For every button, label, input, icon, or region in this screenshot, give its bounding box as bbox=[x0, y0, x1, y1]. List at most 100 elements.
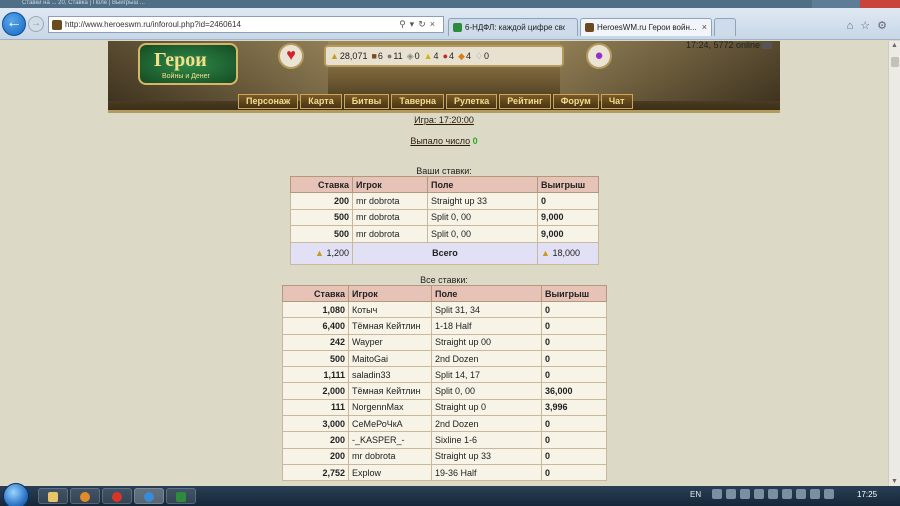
forward-button[interactable]: → bbox=[28, 16, 44, 32]
win-cell: 0 bbox=[541, 415, 607, 433]
home-icon[interactable]: ⌂ bbox=[847, 20, 861, 32]
result-link[interactable]: Выпало число bbox=[410, 136, 470, 146]
win-cell: 36,000 bbox=[541, 382, 607, 400]
col-field: Поле bbox=[427, 176, 538, 193]
col-field: Поле bbox=[431, 285, 542, 302]
col-win: Выигрыш bbox=[537, 176, 599, 193]
field-cell: 2nd Dozen bbox=[431, 415, 542, 433]
game-logo[interactable]: Герои Войны и Денег bbox=[138, 43, 238, 85]
language-indicator[interactable]: EN bbox=[690, 490, 701, 499]
dropdown-icon[interactable]: ▾ bbox=[410, 19, 419, 29]
page-scrollbar[interactable]: ▲ ▼ bbox=[888, 41, 900, 486]
bet-cell: 1,111 bbox=[282, 366, 349, 384]
resource-gold: ▲ 28,071 bbox=[330, 51, 368, 61]
menu-rating[interactable]: Рейтинг bbox=[499, 94, 551, 109]
menu-roulette[interactable]: Рулетка bbox=[445, 94, 498, 109]
tray-app-icon[interactable] bbox=[782, 489, 792, 499]
field-cell: Split 31, 34 bbox=[431, 300, 542, 319]
menu-battles[interactable]: Битвы bbox=[343, 94, 390, 109]
all-bets-title: Все ставки: bbox=[420, 275, 468, 285]
bet-cell: 500 bbox=[290, 225, 353, 243]
tray-app-icon[interactable] bbox=[712, 489, 722, 499]
win-cell: 0 bbox=[541, 463, 607, 482]
table-row: 1,080 Котыч Split 31, 34 0 bbox=[282, 300, 607, 319]
table-row: 2,000 Тёмная Кейтлин Split 0, 00 36,000 bbox=[282, 382, 607, 400]
tray-app-icon[interactable] bbox=[754, 489, 764, 499]
window-titlebar: Ставки на ... 20, Ставка | Поле | Выигры… bbox=[0, 0, 900, 8]
start-button[interactable] bbox=[3, 483, 29, 506]
resource-wood: ■ 6 bbox=[371, 51, 383, 61]
system-clock[interactable]: 17:25 bbox=[857, 490, 877, 499]
game-time-link[interactable]: Игра: 17:20:00 bbox=[414, 115, 474, 125]
tray-app-icon[interactable] bbox=[726, 489, 736, 499]
col-player: Игрок bbox=[352, 176, 428, 193]
table-row: 200 mr dobrota Straight up 33 0 bbox=[290, 192, 599, 210]
media-icon bbox=[80, 492, 90, 502]
menu-chat[interactable]: Чат bbox=[600, 94, 633, 109]
health-heart-icon[interactable]: ♥ bbox=[278, 43, 304, 69]
settings-gear-icon[interactable]: ⚙ bbox=[877, 20, 894, 32]
network-icon[interactable] bbox=[810, 489, 820, 499]
bet-cell: 500 bbox=[290, 208, 353, 226]
field-cell: 1-18 Half bbox=[431, 317, 542, 335]
taskbar-ie[interactable] bbox=[134, 488, 164, 504]
tray-app-icon[interactable] bbox=[768, 489, 778, 499]
field-cell: Straight up 00 bbox=[431, 333, 542, 351]
volume-icon[interactable] bbox=[824, 489, 834, 499]
window-controls bbox=[812, 0, 900, 8]
field-cell: Straight up 33 bbox=[431, 447, 542, 465]
total-row: ▲ 1,200 Всего ▲ 18,000 bbox=[290, 241, 599, 265]
table-header: Ставка Игрок Поле Выигрыш bbox=[282, 285, 607, 302]
mail-icon[interactable] bbox=[762, 42, 773, 50]
tab-close-icon[interactable]: × bbox=[702, 22, 707, 32]
taskbar-excel[interactable] bbox=[166, 488, 196, 504]
taskbar-media[interactable] bbox=[70, 488, 100, 504]
browser-tools: ⌂☆⚙ bbox=[847, 19, 894, 32]
field-cell: Sixline 1-6 bbox=[431, 431, 542, 449]
tab-favicon-icon bbox=[453, 23, 462, 32]
browser-tab-heroeswm[interactable]: HeroesWM.ru Герои войн... × bbox=[580, 18, 712, 36]
logo-subtitle: Войны и Денег bbox=[162, 73, 211, 80]
stop-icon[interactable]: × bbox=[430, 19, 439, 29]
new-tab-button[interactable] bbox=[714, 18, 736, 36]
col-bet: Ставка bbox=[290, 176, 353, 193]
win-cell: 0 bbox=[541, 366, 607, 384]
refresh-icon[interactable]: ↻ bbox=[418, 19, 430, 29]
menu-forum[interactable]: Форум bbox=[552, 94, 599, 109]
player-cell: Котыч bbox=[348, 300, 432, 319]
scroll-up-icon[interactable]: ▲ bbox=[891, 42, 898, 49]
taskbar-explorer[interactable] bbox=[38, 488, 68, 504]
search-icon[interactable]: ⚲ bbox=[399, 19, 410, 29]
field-cell: Split 0, 00 bbox=[431, 382, 542, 400]
total-label: Всего bbox=[352, 241, 538, 265]
tray-app-icon[interactable] bbox=[740, 489, 750, 499]
player-cell: saladin33 bbox=[348, 366, 432, 384]
player-cell: mr dobrota bbox=[352, 192, 428, 210]
result-number: 0 bbox=[472, 136, 478, 146]
field-cell: 19-36 Half bbox=[431, 463, 542, 482]
close-window-button[interactable] bbox=[860, 0, 900, 8]
flag-icon[interactable] bbox=[796, 489, 806, 499]
back-button[interactable]: ← bbox=[2, 12, 26, 36]
menu-map[interactable]: Карта bbox=[300, 94, 342, 109]
field-cell: Split 0, 00 bbox=[427, 225, 538, 243]
col-bet: Ставка bbox=[282, 285, 349, 302]
taskbar-yandex[interactable] bbox=[102, 488, 132, 504]
minimize-button[interactable] bbox=[812, 0, 836, 8]
tab-label: 6-НДФЛ: каждой цифре своя ... bbox=[465, 23, 565, 32]
game-header: Герои Войны и Денег ♥ ▲ 28,071 ■ 6 ● 11 ◈ 0 … bbox=[108, 41, 780, 113]
maximize-button[interactable] bbox=[836, 0, 860, 8]
gold-icon: ▲ bbox=[315, 248, 324, 258]
address-bar[interactable]: http://www.heroeswm.ru/inforoul.php?id=2… bbox=[48, 16, 444, 33]
ie-icon bbox=[144, 492, 154, 502]
browser-tab-ndfl[interactable]: 6-НДФЛ: каждой цифре своя ... bbox=[448, 18, 578, 36]
tab-label: HeroesWM.ru Герои войн... bbox=[597, 23, 697, 32]
player-cell: -_KASPER_- bbox=[348, 431, 432, 449]
mana-potion-icon[interactable]: ● bbox=[586, 43, 612, 69]
menu-character[interactable]: Персонаж bbox=[238, 94, 299, 109]
favorites-star-icon[interactable]: ☆ bbox=[860, 20, 877, 32]
scroll-down-icon[interactable]: ▼ bbox=[891, 478, 898, 485]
menu-tavern[interactable]: Таверна bbox=[391, 94, 444, 109]
scroll-thumb[interactable] bbox=[891, 57, 899, 67]
table-row: 111 NorgennMax Straight up 0 3,996 bbox=[282, 398, 607, 417]
